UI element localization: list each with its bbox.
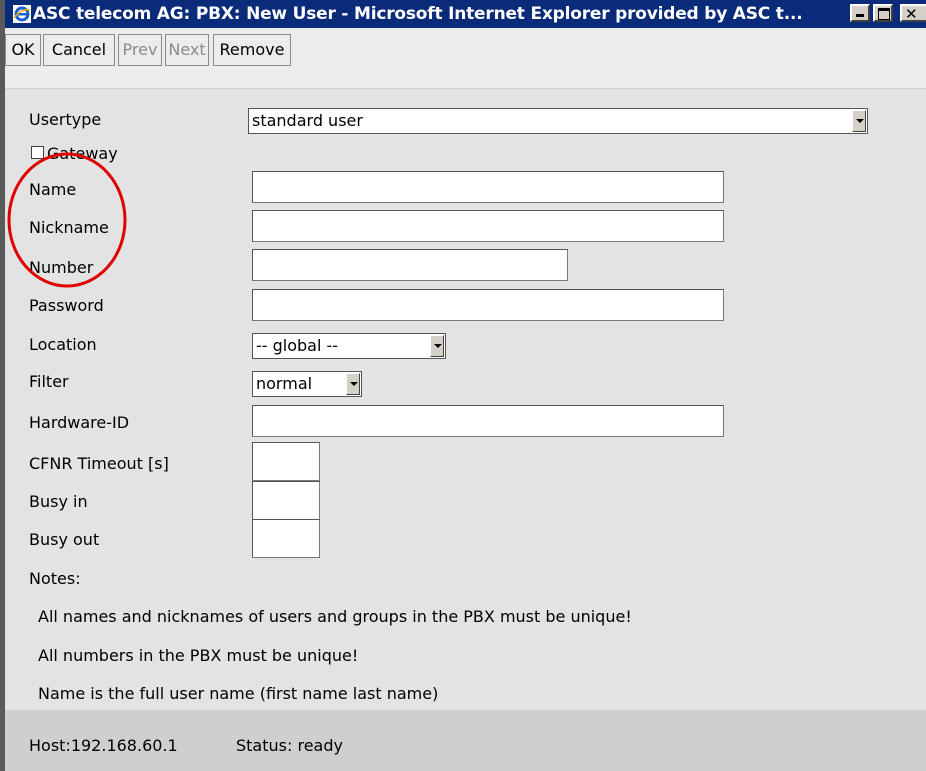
toolbar: OK Cancel Prev Next Remove [5, 28, 926, 89]
notes-heading: Notes: [29, 569, 81, 588]
hardware-id-input[interactable] [252, 405, 724, 437]
next-button[interactable]: Next [165, 34, 209, 66]
number-input[interactable] [252, 249, 568, 281]
filter-select[interactable]: normal [252, 371, 362, 397]
cfnr-timeout-input[interactable] [252, 442, 320, 481]
window-title: ASC telecom AG: PBX: New User - Microsof… [33, 4, 803, 24]
name-label: Name [29, 180, 77, 199]
note-item: All numbers in the PBX must be unique! [38, 646, 359, 665]
nickname-label: Nickname [29, 218, 109, 237]
usertype-value: standard user [252, 111, 363, 130]
filter-value: normal [256, 374, 313, 393]
password-input[interactable] [252, 289, 724, 321]
title-bar[interactable]: ASC telecom AG: PBX: New User - Microsof… [5, 0, 926, 28]
note-item: All names and nicknames of users and gro… [38, 607, 632, 626]
internet-explorer-icon [13, 5, 31, 23]
busy-in-label: Busy in [29, 492, 88, 511]
password-label: Password [29, 296, 104, 315]
chevron-down-icon[interactable] [852, 110, 866, 132]
prev-button[interactable]: Prev [118, 34, 162, 66]
location-select[interactable]: -- global -- [252, 333, 446, 359]
chevron-down-icon[interactable] [430, 335, 444, 357]
filter-label: Filter [29, 372, 69, 391]
busy-in-input[interactable] [252, 481, 320, 520]
location-label: Location [29, 335, 97, 354]
status-bar: Host:192.168.60.1 Status: ready [5, 710, 926, 771]
busy-out-label: Busy out [29, 530, 100, 549]
hardware-id-label: Hardware-ID [29, 413, 130, 432]
cfnr-timeout-label: CFNR Timeout [s] [29, 454, 169, 473]
connection-status: Status: ready [236, 736, 343, 755]
chevron-down-icon[interactable] [346, 373, 360, 395]
cancel-button[interactable]: Cancel [43, 34, 115, 66]
busy-out-input[interactable] [252, 519, 320, 558]
usertype-select[interactable]: standard user [248, 108, 868, 134]
remove-button[interactable]: Remove [213, 34, 291, 66]
name-input[interactable] [252, 171, 724, 203]
usertype-label: Usertype [29, 110, 102, 129]
nickname-input[interactable] [252, 210, 724, 242]
note-item: Name is the full user name (first name l… [38, 684, 439, 703]
gateway-checkbox[interactable] [31, 146, 44, 159]
gateway-label: Gateway [47, 144, 118, 163]
browser-window: ASC telecom AG: PBX: New User - Microsof… [0, 0, 926, 771]
close-button[interactable] [900, 0, 926, 28]
ok-button[interactable]: OK [5, 34, 41, 66]
host-status: Host:192.168.60.1 [29, 736, 178, 755]
minimize-button[interactable] [850, 4, 870, 22]
number-label: Number [29, 258, 94, 277]
location-value: -- global -- [256, 336, 339, 355]
maximize-button[interactable] [873, 4, 893, 22]
